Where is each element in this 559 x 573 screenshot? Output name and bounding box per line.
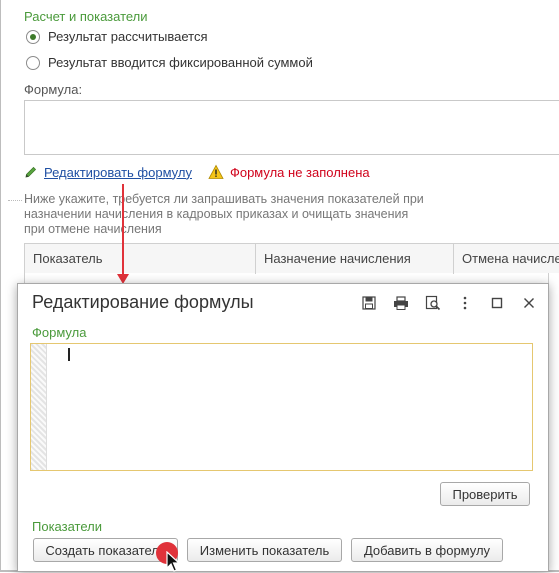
mouse-cursor-icon [166,551,181,572]
column-header-assignment[interactable]: Назначение начисления [256,244,454,274]
radio-calculated[interactable]: Результат рассчитывается [26,29,208,44]
frame-left-border [0,0,1,572]
column-header-indicator[interactable]: Показатель [25,244,256,274]
indicators-label: Показатели [32,519,102,534]
check-button[interactable]: Проверить [440,482,530,506]
maximize-icon[interactable] [488,294,506,312]
annotation-arrow [122,184,124,276]
formula-field[interactable] [24,100,559,155]
dialog-title: Редактирование формулы [32,292,254,312]
close-icon[interactable] [520,294,538,312]
more-icon[interactable] [456,294,474,312]
formula-editor[interactable] [30,343,533,471]
dialog-formula-label: Формула [32,325,87,340]
preview-icon[interactable] [424,294,442,312]
editor-gutter [31,344,47,470]
warning-icon [208,164,224,179]
indicators-hint: Ниже укажите, требуется ли запрашивать з… [24,192,424,236]
edit-formula-link[interactable]: Редактировать формулу [44,165,192,180]
radio-calculated-label[interactable]: Результат рассчитывается [48,29,208,44]
radio-fixed-indicator[interactable] [26,55,40,70]
text-caret [68,348,70,361]
edit-formula-row: Редактировать формулу Формула не заполне… [24,164,370,180]
dialog-toolbar [360,294,538,312]
radio-calculated-indicator[interactable] [26,29,40,44]
indicators-table-header: Показатель Назначение начисления Отмена … [24,243,559,274]
radio-fixed[interactable]: Результат вводится фиксированной суммой [26,55,313,70]
save-icon[interactable] [360,294,378,312]
print-icon[interactable] [392,294,410,312]
pencil-icon [25,166,37,178]
add-to-formula-button[interactable]: Добавить в формулу [351,538,503,562]
change-indicator-button[interactable]: Изменить показатель [187,538,342,562]
divider [8,200,22,201]
calc-section-title: Расчет и показатели [24,9,148,24]
column-header-cancellation[interactable]: Отмена начисле [454,244,559,274]
formula-label: Формула: [24,82,83,97]
formula-warning-text: Формула не заполнена [229,164,370,180]
edit-formula-dialog: Редактирование формулы Формула Проверить… [17,283,549,572]
radio-fixed-label[interactable]: Результат вводится фиксированной суммой [48,55,313,70]
